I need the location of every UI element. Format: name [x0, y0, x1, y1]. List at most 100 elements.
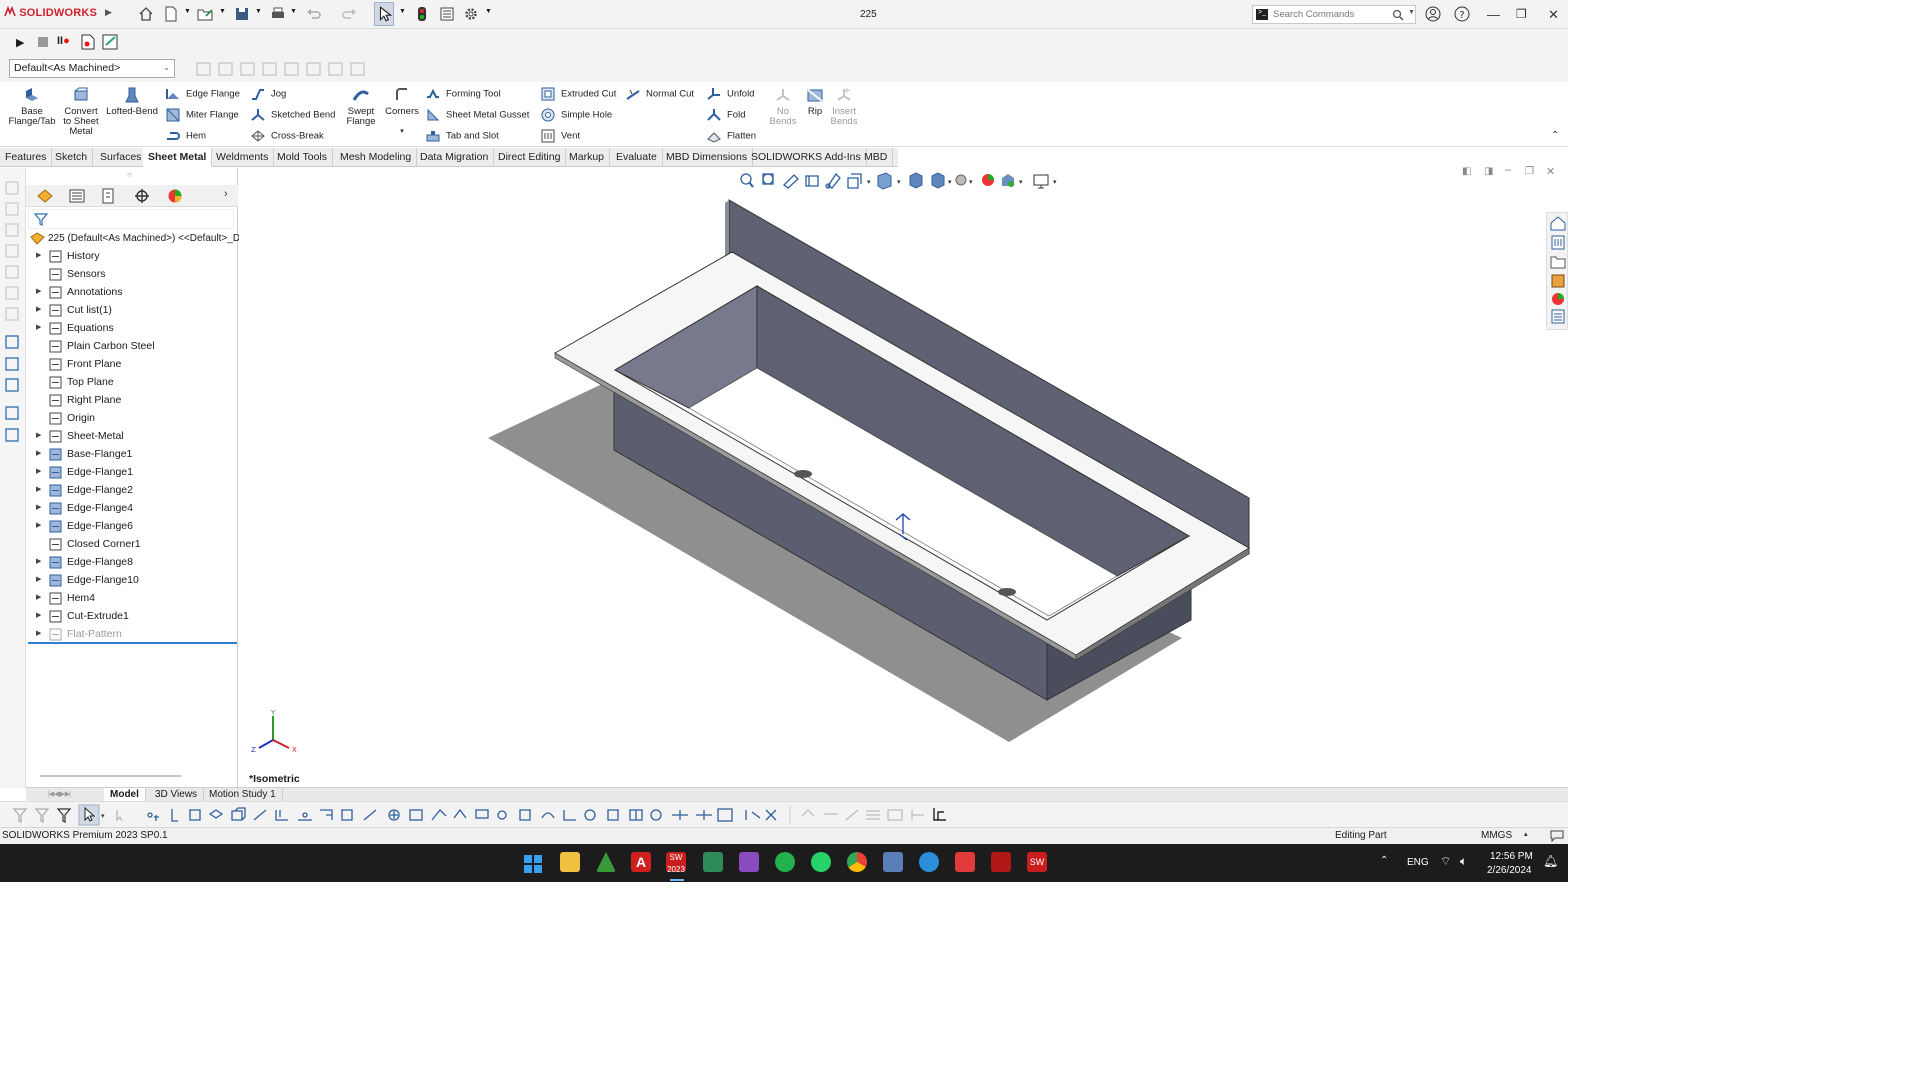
tree-item[interactable]: Closed Corner1	[36, 536, 236, 554]
configuration-select[interactable]: Default<As Machined> ⌄	[9, 59, 175, 78]
help-icon[interactable]: ?	[1454, 6, 1470, 22]
volume-icon[interactable]: 🔈︎	[1460, 854, 1467, 869]
input-language[interactable]: ENG	[1407, 857, 1429, 868]
solidworks-launcher-icon[interactable]: SW	[1027, 852, 1047, 872]
windows-start-icon[interactable]	[523, 854, 543, 874]
select-dropdown-icon[interactable]: ▼	[399, 8, 406, 15]
app-icon-purple[interactable]	[739, 852, 759, 872]
extruded-cut-button[interactable]: Extruded Cut	[541, 87, 616, 101]
tab-sketch[interactable]: Sketch	[50, 148, 94, 167]
app-green-icon[interactable]	[596, 852, 616, 872]
tree-item[interactable]: Plain Carbon Steel	[36, 338, 236, 356]
wifi-icon[interactable]: ⌔	[1440, 854, 1451, 869]
bottom-tab-motion-study-1[interactable]: Motion Study 1	[203, 788, 283, 802]
tab-mbd[interactable]: MBD	[859, 148, 894, 167]
normal-cut-button[interactable]: Normal Cut	[626, 87, 694, 101]
file-properties-icon[interactable]	[439, 6, 455, 22]
edit-macro-icon[interactable]	[102, 34, 120, 50]
undo-icon[interactable]	[306, 6, 322, 22]
autocad-icon[interactable]: A	[631, 852, 651, 872]
tree-item[interactable]: ▶ Edge-Flange10	[36, 572, 236, 590]
sheet-metal-gusset-button[interactable]: Sheet Metal Gusset	[426, 108, 529, 122]
panel-grip-icon[interactable]: ○	[127, 170, 132, 179]
view-triad[interactable]: Y X Z	[247, 708, 307, 756]
run-macro-icon[interactable]: ▶	[16, 36, 24, 49]
pause-record-icon[interactable]: II●	[57, 35, 70, 47]
collapse-ribbon-icon[interactable]: ⌃	[1551, 130, 1559, 141]
tab-evaluate[interactable]: Evaluate	[611, 148, 663, 167]
tab-mbd-dimensions[interactable]: MBD Dimensions	[661, 148, 754, 167]
dimxpert-tab-icon[interactable]	[133, 188, 151, 204]
chrome-icon[interactable]	[847, 852, 867, 872]
search-commands-input[interactable]: >_ Search Commands ▼	[1252, 5, 1416, 24]
unit-system[interactable]: MMGS	[1481, 830, 1512, 841]
unfold-button[interactable]: Unfold	[707, 87, 754, 101]
tab-sheet-metal[interactable]: Sheet Metal	[143, 148, 213, 167]
expand-arrow-icon[interactable]: ▶	[36, 575, 41, 583]
expand-arrow-icon[interactable]: ▶	[36, 503, 41, 511]
tree-root-item[interactable]: 225 (Default<As Machined>) <<Default>_D	[30, 231, 240, 247]
flatten-button[interactable]: Flatten	[707, 129, 756, 143]
print-icon[interactable]	[270, 6, 286, 22]
vent-button[interactable]: Vent	[541, 129, 580, 143]
base-flange-tab-button[interactable]: Base Flange/Tab	[6, 86, 58, 127]
select-tool-button[interactable]	[374, 2, 394, 26]
open-dropdown-icon[interactable]: ▼	[219, 8, 226, 15]
tree-item[interactable]: ▶ Edge-Flange4	[36, 500, 236, 518]
property-manager-tab-icon[interactable]	[68, 188, 86, 204]
expand-arrow-icon[interactable]: ▶	[36, 467, 41, 475]
rip-button[interactable]: Rip	[804, 86, 826, 117]
tree-item[interactable]: ▶ Cut-Extrude1	[36, 608, 236, 626]
swept-flange-button[interactable]: Swept Flange	[341, 86, 381, 127]
tree-item[interactable]: ▶ Edge-Flange2	[36, 482, 236, 500]
cross-break-button[interactable]: Cross-Break	[251, 129, 324, 143]
tab-weldments[interactable]: Weldments	[211, 148, 275, 167]
clock-date[interactable]: 2/26/2024	[1487, 865, 1532, 876]
graphics-viewport[interactable]: ▾ ▾ ▾ ▾ ▾ ▾ ◧ ◨ – ❐ ✕ Y X Z *Isometric	[239, 164, 1568, 788]
tree-filter-box[interactable]	[28, 209, 234, 229]
expand-arrow-icon[interactable]: ▶	[36, 287, 41, 295]
tree-item[interactable]: ▶ History	[36, 248, 236, 266]
home-icon[interactable]	[138, 6, 154, 22]
menu-expand-arrow-icon[interactable]: ▶	[105, 7, 112, 18]
redo-icon[interactable]	[341, 6, 357, 22]
expand-arrow-icon[interactable]: ▶	[36, 629, 41, 637]
lofted-bend-button[interactable]: Lofted-Bend	[104, 86, 160, 117]
expand-arrow-icon[interactable]: ▶	[36, 593, 41, 601]
expand-arrow-icon[interactable]: ▶	[36, 305, 41, 313]
jog-button[interactable]: Jog	[251, 87, 286, 101]
filter-icon[interactable]	[34, 212, 48, 226]
corners-dropdown-icon[interactable]: ▾	[384, 127, 420, 137]
close-window-button[interactable]: ✕	[1548, 7, 1559, 23]
edge-flange-button[interactable]: Edge Flange	[166, 87, 240, 101]
expand-arrow-icon[interactable]: ▶	[36, 485, 41, 493]
no-bends-button[interactable]: No Bends	[766, 86, 800, 127]
solidworks-logo[interactable]: SOLIDWORKS	[4, 5, 97, 19]
open-icon[interactable]	[197, 6, 215, 22]
tree-item[interactable]: Origin	[36, 410, 236, 428]
insert-bends-button[interactable]: Insert Bends	[827, 86, 861, 127]
clock-time[interactable]: 12:56 PM	[1490, 851, 1533, 862]
selection-filter-icons[interactable]: ▾	[0, 802, 960, 828]
tree-item[interactable]: ▶ Cut list(1)	[36, 302, 236, 320]
tooltip-toggle-icon[interactable]	[1550, 830, 1564, 842]
sketched-bend-button[interactable]: Sketched Bend	[251, 108, 335, 122]
bottom-tab-model[interactable]: Model	[104, 788, 146, 802]
search-dropdown-icon[interactable]: ▼	[1408, 9, 1415, 16]
phone-app-icon[interactable]	[775, 852, 795, 872]
tree-item[interactable]: ▶ Hem4	[36, 590, 236, 608]
rebuild-icon[interactable]	[416, 6, 428, 22]
expand-arrow-icon[interactable]: ▶	[36, 323, 41, 331]
tree-item[interactable]: ▶ Annotations	[36, 284, 236, 302]
convert-to-sheet-metal-button[interactable]: Convert to Sheet Metal	[60, 86, 102, 137]
tree-item[interactable]: Right Plane	[36, 392, 236, 410]
more-tabs-arrow-icon[interactable]: ›	[224, 188, 228, 200]
expand-arrow-icon[interactable]: ▶	[36, 557, 41, 565]
options-dropdown-icon[interactable]: ▼	[485, 8, 492, 15]
expand-arrow-icon[interactable]: ▶	[36, 449, 41, 457]
tab-mesh-modeling[interactable]: Mesh Modeling	[335, 148, 418, 167]
tree-item[interactable]: ▶ Base-Flange1	[36, 446, 236, 464]
tab-markup[interactable]: Markup	[564, 148, 611, 167]
tab-data-migration[interactable]: Data Migration	[415, 148, 495, 167]
new-macro-icon[interactable]	[81, 34, 95, 50]
